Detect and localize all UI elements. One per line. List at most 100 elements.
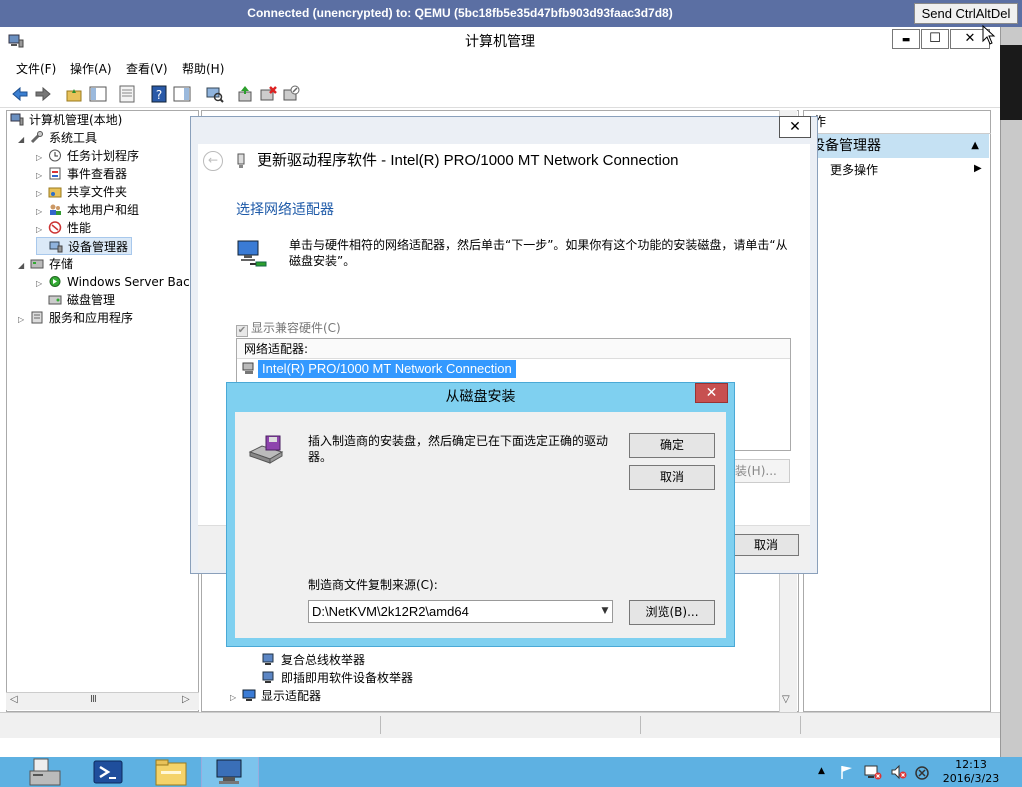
tree-item-performance[interactable]: ▷ 性能 [36,219,91,237]
browse-button[interactable]: 浏览(B)... [629,600,715,625]
update-driver-cancel-button[interactable]: 取消 [733,534,799,556]
chevron-right-icon[interactable]: ▷ [18,311,30,329]
forward-arrow-icon[interactable] [33,84,53,104]
uninstall-device-icon[interactable] [258,84,278,104]
actions-section-device-manager[interactable]: 设备管理器 ▲ [803,134,989,158]
update-driver-heading: 选择网络适配器 [236,202,334,218]
action-center-flag-icon[interactable] [839,764,855,780]
collapse-up-icon[interactable]: ▲ [971,134,979,158]
tray-expand-icon[interactable]: ▲ [818,766,825,776]
source-path-combobox[interactable]: D:\NetKVM\2k12R2\amd64 [308,600,613,623]
tree-item-label: 设备管理器 [68,240,129,254]
tree-item-event-viewer[interactable]: ▷ 事件查看器 [36,165,127,183]
menu-view[interactable]: 查看(V) [126,60,168,78]
window-title: 计算机管理 [465,34,535,50]
back-arrow-icon[interactable]: ← [203,151,223,171]
network-adapter-list-header: 网络适配器: [237,339,790,359]
network-status-icon[interactable] [864,764,882,780]
menu-help[interactable]: 帮助(H) [182,60,224,78]
system-clock[interactable]: 12:13 2016/3/23 [930,758,1012,786]
close-icon: ✕ [789,119,801,135]
chevron-down-icon[interactable]: ◢ [18,257,30,275]
have-disk-button[interactable]: 装(H)... [732,459,790,483]
chevron-down-icon[interactable]: ▼ [599,603,611,619]
status-bar [0,712,1000,738]
actions-pane [803,110,991,712]
server-manager-icon[interactable] [20,757,70,787]
tree-item-label: 任务计划程序 [67,149,140,163]
powershell-icon[interactable] [84,757,134,787]
action-more-actions[interactable]: 更多操作 [830,161,878,179]
tree-item-label: 性能 [67,221,92,235]
device-item-label: 复合总线枚举器 [281,653,366,667]
disable-device-icon[interactable] [281,84,301,104]
disk-drive-icon [248,435,284,464]
update-driver-close-button[interactable]: ✕ [779,116,811,138]
show-hide-tree-icon[interactable] [88,84,108,104]
maximize-icon: ☐ [929,31,941,46]
chevron-down-icon[interactable]: ◢ [18,131,30,149]
actions-header: 作 [803,112,991,134]
scroll-down-icon[interactable]: ▽ [782,694,790,705]
install-from-disk-close-button[interactable]: ✕ [695,383,728,403]
device-item-composite-bus[interactable]: 复合总线枚举器 [262,651,365,669]
svg-text:?: ? [156,88,162,102]
menu-file[interactable]: 文件(F) [16,60,56,78]
computer-management-icon[interactable] [205,757,255,787]
properties-icon[interactable] [117,84,137,104]
disk-icon [48,295,62,305]
network-adapter-item-selected[interactable]: Intel(R) PRO/1000 MT Network Connection [258,360,516,378]
scroll-thumb-icon[interactable]: Ⅲ [90,694,97,705]
tree-item-label: 存储 [49,257,74,271]
close-icon: ✕ [705,385,718,401]
show-hide-action-pane-icon[interactable] [172,84,192,104]
tree-item-services-apps[interactable]: ▷ 服务和应用程序 [18,309,133,327]
update-driver-icon[interactable] [235,84,255,104]
up-folder-icon[interactable] [64,84,84,104]
source-path-label: 制造商文件复制来源(C): [308,578,438,592]
device-item-pnp-enumerator[interactable]: 即插即用软件设备枚举器 [262,669,413,687]
performance-icon [48,221,62,234]
background-window-edge [1000,45,1022,120]
menu-action[interactable]: 操作(A) [70,60,112,78]
services-icon [31,311,43,324]
help-icon[interactable]: ? [149,84,169,104]
tree-item-disk-management[interactable]: 磁盘管理 [36,291,115,309]
scroll-right-icon[interactable]: ▷ [182,694,190,705]
tree-item-system-tools[interactable]: ◢ 系统工具 [18,129,97,147]
checkbox-checked-icon[interactable]: ✔ [236,325,248,337]
file-explorer-icon[interactable] [146,757,196,787]
system-device-icon [262,653,274,665]
network-adapter-icon [242,362,254,374]
minimize-icon: ▬ [901,35,911,45]
maximize-button[interactable]: ☐ [921,29,949,49]
ok-button[interactable]: 确定 [629,433,715,458]
scan-hardware-icon[interactable] [204,84,224,104]
cancel-button[interactable]: 取消 [629,465,715,490]
chevron-right-icon: ▶ [974,163,982,174]
tree-item-device-manager[interactable]: 设备管理器 [36,237,133,255]
minimize-button[interactable]: ▬ [892,29,920,49]
tree-item-task-scheduler[interactable]: ▷ 任务计划程序 [36,147,139,165]
chevron-right-icon[interactable]: ▷ [230,689,242,707]
device-item-label: 显示适配器 [261,689,322,703]
tree-item-root[interactable]: 计算机管理(本地) [10,111,122,129]
clock-time: 12:13 [955,758,987,771]
tree-horizontal-scrollbar[interactable] [6,692,199,710]
ime-icon[interactable] [914,765,930,781]
tree-item-local-users[interactable]: ▷ 本地用户和组 [36,201,139,219]
tree-item-shared-folders[interactable]: ▷ 共享文件夹 [36,183,127,201]
tree-item-label: Windows Server Bac [67,275,190,289]
back-arrow-icon[interactable] [10,84,30,104]
tree-item-windows-server-backup[interactable]: ▷ Windows Server Bac [36,273,190,291]
tree-item-label: 共享文件夹 [67,185,128,199]
action-more-label: 更多操作 [830,163,879,177]
send-ctrl-alt-del-button[interactable]: Send CtrlAltDel [914,3,1018,24]
tree-item-storage[interactable]: ◢ 存储 [18,255,73,273]
device-category-display-adapters[interactable]: ▷ 显示适配器 [230,687,321,705]
storage-icon [30,259,44,269]
speaker-muted-icon[interactable] [890,764,908,780]
display-adapter-icon [242,689,256,701]
show-compatible-hardware-checkbox[interactable]: ✔ 显示兼容硬件(C) [236,319,341,337]
scroll-left-icon[interactable]: ◁ [10,694,18,705]
